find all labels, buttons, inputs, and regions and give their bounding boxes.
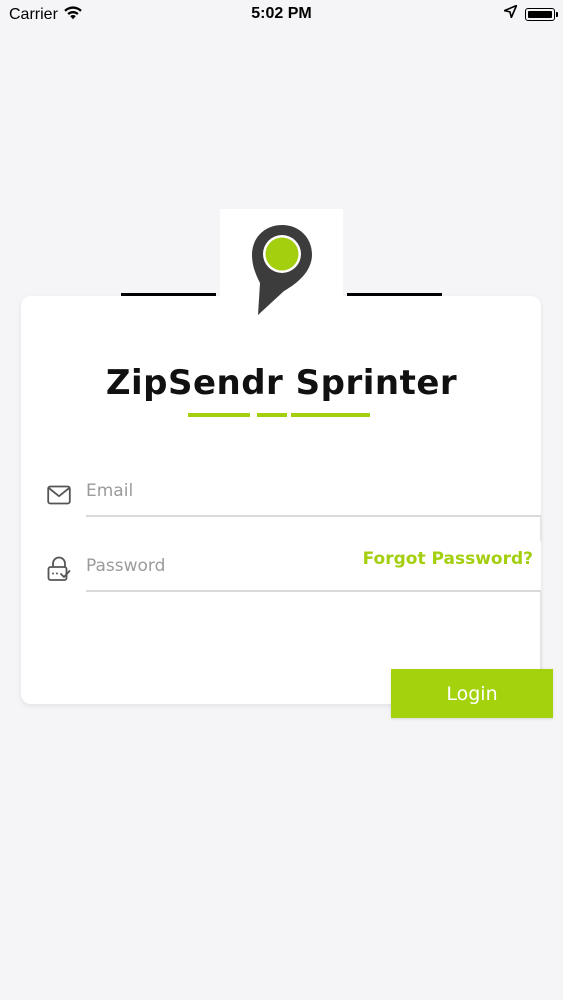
email-underline bbox=[86, 515, 541, 517]
login-button[interactable]: Login bbox=[391, 669, 553, 718]
map-pin-icon bbox=[251, 225, 312, 315]
status-bar: Carrier 5:02 PM bbox=[0, 0, 563, 30]
forgot-password-link[interactable]: Forgot Password? bbox=[363, 549, 533, 569]
title-underline-segment-3 bbox=[291, 413, 370, 417]
password-underline bbox=[86, 590, 541, 592]
battery-icon bbox=[525, 7, 558, 21]
password-field-edge bbox=[540, 592, 542, 670]
title-underline-segment-1 bbox=[188, 413, 250, 417]
app-title: ZipSendr Sprinter bbox=[105, 363, 458, 403]
password-input[interactable] bbox=[86, 548, 376, 584]
logo-container bbox=[220, 209, 343, 322]
status-clock: 5:02 PM bbox=[251, 5, 312, 22]
lock-icon bbox=[47, 556, 71, 586]
location-arrow-icon bbox=[503, 4, 518, 23]
status-right-group bbox=[503, 4, 558, 23]
email-input[interactable] bbox=[86, 473, 541, 509]
title-underline-segment-2 bbox=[257, 413, 287, 417]
email-field-edge bbox=[540, 517, 542, 541]
envelope-icon bbox=[47, 485, 71, 509]
